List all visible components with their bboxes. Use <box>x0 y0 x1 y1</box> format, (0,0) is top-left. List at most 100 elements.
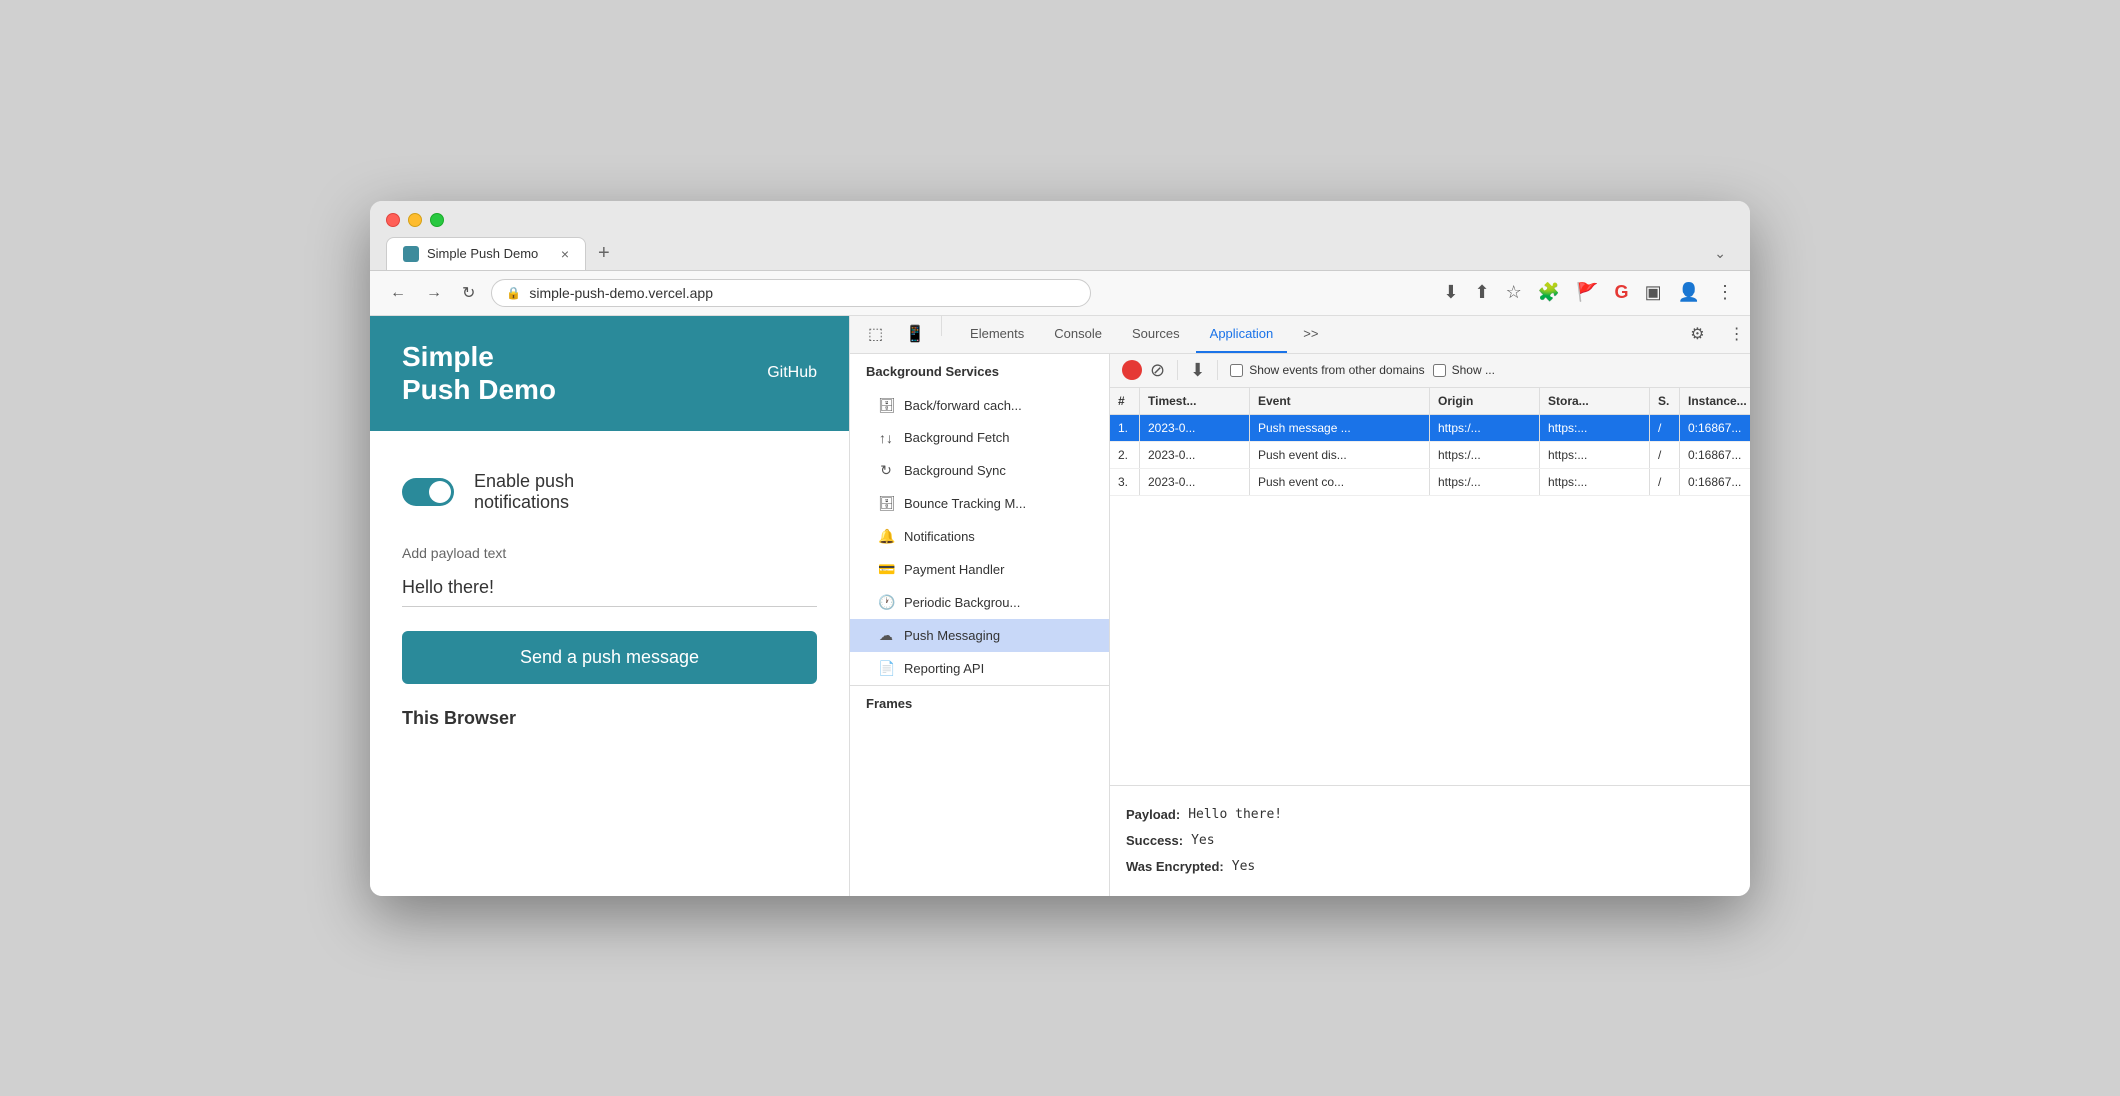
row2-num: 2. <box>1110 442 1140 468</box>
row3-origin: https:/... <box>1430 469 1540 495</box>
site-body: Enable pushnotifications Add payload tex… <box>370 431 849 769</box>
tab-title: Simple Push Demo <box>427 246 538 261</box>
tab-application[interactable]: Application <box>1196 316 1288 353</box>
traffic-lights <box>386 213 1734 227</box>
col-s: S. <box>1650 388 1680 414</box>
row1-timestamp: 2023-0... <box>1140 415 1250 441</box>
show-events-checkbox[interactable] <box>1230 364 1243 377</box>
push-notifications-toggle[interactable] <box>402 478 454 506</box>
detail-panel: Payload: Hello there! Success: Yes Was E… <box>1110 785 1750 896</box>
download-events-button[interactable]: ⬇ <box>1190 360 1205 381</box>
tab-more[interactable]: >> <box>1289 316 1332 353</box>
row2-instance: 0:16867... <box>1680 442 1750 468</box>
browser-tab[interactable]: Simple Push Demo × <box>386 237 586 270</box>
row3-s: / <box>1650 469 1680 495</box>
close-traffic-light[interactable] <box>386 213 400 227</box>
devtools-sidebar: Background Services 🗄 Back/forward cach.… <box>850 354 1110 896</box>
row1-num: 1. <box>1110 415 1140 441</box>
events-table: # Timest... Event Origin Stora... S. Ins… <box>1110 388 1750 785</box>
row2-event: Push event dis... <box>1250 442 1430 468</box>
settings-icon[interactable]: ⚙ <box>1680 316 1714 352</box>
refresh-button[interactable]: ↻ <box>458 279 479 307</box>
devtools-left-icons: ⬚ 📱 <box>858 316 946 352</box>
github-link[interactable]: GitHub <box>767 364 817 382</box>
background-services-header: Background Services <box>850 354 1109 389</box>
tabs-chevron[interactable]: ⌄ <box>1714 245 1726 262</box>
tab-elements[interactable]: Elements <box>956 316 1038 353</box>
payload-input[interactable] <box>402 569 817 607</box>
payment-handler-icon: 💳 <box>878 561 894 578</box>
inspect-element-icon[interactable]: ⬚ <box>858 316 893 352</box>
col-origin: Origin <box>1430 388 1540 414</box>
download-icon[interactable]: ⬇ <box>1443 282 1458 303</box>
row3-event: Push event co... <box>1250 469 1430 495</box>
this-browser-label: This Browser <box>402 708 817 729</box>
success-detail-label: Success: <box>1126 828 1183 854</box>
bookmark-icon[interactable]: ☆ <box>1506 282 1522 303</box>
background-fetch-icon: ↑↓ <box>878 430 894 446</box>
row2-storage: https:... <box>1540 442 1650 468</box>
reporting-api-icon: 📄 <box>878 660 894 677</box>
col-instance: Instance... <box>1680 388 1750 414</box>
show-checkbox[interactable] <box>1433 364 1446 377</box>
menu-icon[interactable]: ⋮ <box>1716 282 1734 303</box>
sidebar-item-push-messaging[interactable]: ☁ Push Messaging <box>850 619 1109 652</box>
row1-s: / <box>1650 415 1680 441</box>
col-num: # <box>1110 388 1140 414</box>
show-label: Show ... <box>1452 363 1495 377</box>
minimize-traffic-light[interactable] <box>408 213 422 227</box>
address-input[interactable]: 🔒 simple-push-demo.vercel.app <box>491 279 1091 307</box>
sidebar-item-back-forward-cache[interactable]: 🗄 Back/forward cach... <box>850 389 1109 422</box>
frames-section-header: Frames <box>850 685 1109 721</box>
sidebar-item-periodic-background[interactable]: 🕐 Periodic Backgrou... <box>850 586 1109 619</box>
sidebar-item-bounce-tracking[interactable]: 🗄 Bounce Tracking M... <box>850 487 1109 520</box>
tab-close-button[interactable]: × <box>561 246 569 262</box>
tab-sources[interactable]: Sources <box>1118 316 1194 353</box>
sidebar-item-background-sync[interactable]: ↻ Background Sync <box>850 454 1109 487</box>
forward-button[interactable]: → <box>422 280 446 306</box>
show-events-checkbox-label[interactable]: Show events from other domains <box>1230 363 1424 377</box>
back-forward-icon: 🗄 <box>878 397 894 414</box>
row1-instance: 0:16867... <box>1680 415 1750 441</box>
browser-window: Simple Push Demo × + ⌄ ← → ↻ 🔒 simple-pu… <box>370 201 1750 896</box>
address-bar: ← → ↻ 🔒 simple-push-demo.vercel.app ⬇ ⬆ … <box>370 271 1750 316</box>
show-checkbox-label[interactable]: Show ... <box>1433 363 1495 377</box>
row1-event: Push message ... <box>1250 415 1430 441</box>
sidebar-item-notifications[interactable]: 🔔 Notifications <box>850 520 1109 553</box>
sidebar-toggle-icon[interactable]: ▣ <box>1645 282 1662 303</box>
table-row[interactable]: 2. 2023-0... Push event dis... https:/..… <box>1110 442 1750 469</box>
maximize-traffic-light[interactable] <box>430 213 444 227</box>
website-panel: Simple Push Demo GitHub Enable pushnotif… <box>370 316 850 896</box>
detail-encrypted-row: Was Encrypted: Yes <box>1126 854 1750 880</box>
tab-console[interactable]: Console <box>1040 316 1116 353</box>
payload-detail-label: Payload: <box>1126 802 1180 828</box>
flag-icon[interactable]: 🚩 <box>1576 282 1598 303</box>
account-icon[interactable]: 👤 <box>1678 282 1700 303</box>
record-button[interactable] <box>1122 360 1142 380</box>
sidebar-item-payment-handler[interactable]: 💳 Payment Handler <box>850 553 1109 586</box>
table-row[interactable]: 1. 2023-0... Push message ... https:/...… <box>1110 415 1750 442</box>
sidebar-item-background-fetch[interactable]: ↑↓ Background Fetch <box>850 422 1109 454</box>
browser-toolbar-icons: ⬇ ⬆ ☆ 🧩 🚩 G ▣ 👤 ⋮ <box>1443 282 1734 303</box>
tabs-row: Simple Push Demo × + ⌄ <box>386 237 1734 270</box>
site-title: Simple Push Demo <box>402 340 556 407</box>
table-row[interactable]: 3. 2023-0... Push event co... https:/...… <box>1110 469 1750 496</box>
devtools-content-toolbar: ⊘ ⬇ Show events from other domains Show … <box>1110 354 1750 388</box>
more-options-icon[interactable]: ⋮ <box>1719 316 1750 352</box>
back-button[interactable]: ← <box>386 280 410 306</box>
device-toolbar-icon[interactable]: 📱 <box>895 316 935 352</box>
notifications-icon: 🔔 <box>878 528 894 545</box>
new-tab-button[interactable]: + <box>590 238 618 269</box>
url-display: simple-push-demo.vercel.app <box>529 285 713 301</box>
clear-button[interactable]: ⊘ <box>1150 360 1165 381</box>
extension-icon[interactable]: 🧩 <box>1538 282 1560 303</box>
col-event: Event <box>1250 388 1430 414</box>
title-bar: Simple Push Demo × + ⌄ <box>370 201 1750 271</box>
sidebar-item-reporting-api[interactable]: 📄 Reporting API <box>850 652 1109 685</box>
send-push-button[interactable]: Send a push message <box>402 631 817 684</box>
payload-detail-value: Hello there! <box>1188 802 1282 828</box>
site-header: Simple Push Demo GitHub <box>370 316 849 431</box>
share-icon[interactable]: ⬆ <box>1474 282 1489 303</box>
devtools-right-icons: ⚙ ⋮ ✕ <box>1680 316 1750 352</box>
google-icon[interactable]: G <box>1615 282 1629 303</box>
